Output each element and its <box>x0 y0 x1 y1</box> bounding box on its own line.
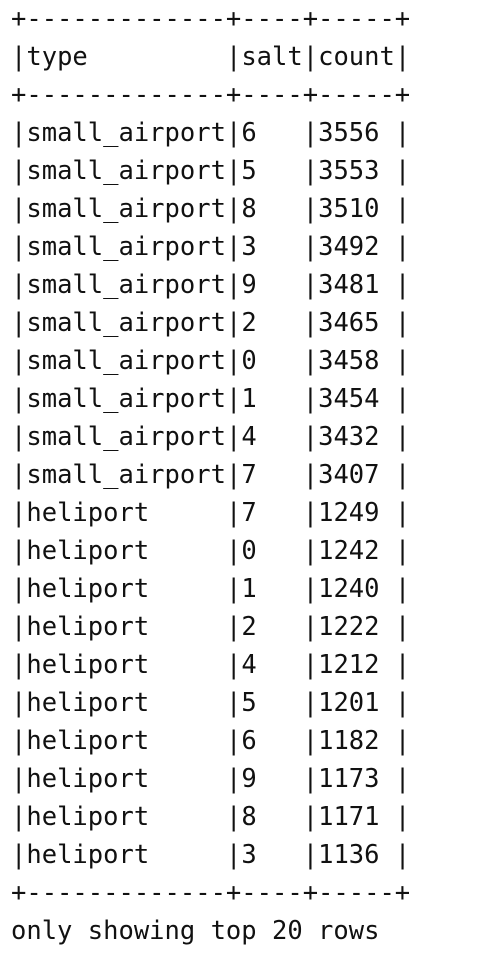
table-row: |heliport |1 |1240 | <box>11 574 411 604</box>
table-row: |heliport |9 |1173 | <box>11 764 411 794</box>
table-cell-count: 3407 <box>318 460 380 490</box>
table-cell-type: heliport <box>26 650 150 680</box>
table-cell-salt: 9 <box>241 270 257 300</box>
table-cell-count: 1201 <box>318 688 380 718</box>
table-cell-salt: 0 <box>241 346 257 376</box>
table-cell-count: 3492 <box>318 232 380 262</box>
table-row: |small_airport|5 |3553 | <box>11 156 411 186</box>
column-header-type: type <box>26 42 88 72</box>
table-cell-count: 1136 <box>318 840 380 870</box>
table-cell-salt: 8 <box>241 194 257 224</box>
table-cell-salt: 6 <box>241 726 257 756</box>
table-cell-count: 3454 <box>318 384 380 414</box>
table-row: |heliport |3 |1136 | <box>11 840 411 870</box>
table-cell-salt: 2 <box>241 612 257 642</box>
table-cell-count: 3510 <box>318 194 380 224</box>
table-cell-salt: 7 <box>241 498 257 528</box>
table-header-row: |type |salt|count| <box>11 42 411 72</box>
table-cell-type: small_airport <box>26 270 226 300</box>
table-cell-count: 1240 <box>318 574 380 604</box>
table-row: |heliport |6 |1182 | <box>11 726 411 756</box>
table-cell-type: small_airport <box>26 156 226 186</box>
table-border-top: +-------------+----+-----+ <box>11 4 411 34</box>
table-cell-count: 3458 <box>318 346 380 376</box>
table-row: |heliport |7 |1249 | <box>11 498 411 528</box>
table-cell-count: 3553 <box>318 156 380 186</box>
table-cell-type: heliport <box>26 726 150 756</box>
table-cell-salt: 5 <box>241 156 257 186</box>
table-cell-count: 1249 <box>318 498 380 528</box>
table-row: |heliport |2 |1222 | <box>11 612 411 642</box>
table-row: |small_airport|0 |3458 | <box>11 346 411 376</box>
table-cell-salt: 5 <box>241 688 257 718</box>
table-cell-count: 3465 <box>318 308 380 338</box>
table-cell-salt: 0 <box>241 536 257 566</box>
table-row: |small_airport|6 |3556 | <box>11 118 411 148</box>
table-cell-type: heliport <box>26 612 150 642</box>
table-cell-salt: 8 <box>241 802 257 832</box>
table-cell-type: heliport <box>26 802 150 832</box>
table-row: |heliport |4 |1212 | <box>11 650 411 680</box>
table-cell-type: small_airport <box>26 118 226 148</box>
table-cell-salt: 3 <box>241 840 257 870</box>
table-row: |small_airport|1 |3454 | <box>11 384 411 414</box>
row-limit-note: only showing top 20 rows <box>11 916 380 946</box>
table-cell-type: small_airport <box>26 194 226 224</box>
table-cell-salt: 4 <box>241 422 257 452</box>
table-cell-salt: 3 <box>241 232 257 262</box>
table-cell-type: small_airport <box>26 232 226 262</box>
table-cell-salt: 7 <box>241 460 257 490</box>
table-cell-salt: 9 <box>241 764 257 794</box>
table-border-bottom: +-------------+----+-----+ <box>11 878 411 908</box>
table-cell-count: 3432 <box>318 422 380 452</box>
table-cell-count: 1173 <box>318 764 380 794</box>
table-row: |heliport |5 |1201 | <box>11 688 411 718</box>
table-cell-type: small_airport <box>26 422 226 452</box>
table-row: |small_airport|8 |3510 | <box>11 194 411 224</box>
table-cell-salt: 1 <box>241 574 257 604</box>
table-cell-count: 3481 <box>318 270 380 300</box>
table-row: |small_airport|3 |3492 | <box>11 232 411 262</box>
table-cell-type: small_airport <box>26 346 226 376</box>
table-cell-count: 3556 <box>318 118 380 148</box>
table-cell-salt: 4 <box>241 650 257 680</box>
table-cell-count: 1212 <box>318 650 380 680</box>
table-cell-type: small_airport <box>26 460 226 490</box>
table-row: |small_airport|7 |3407 | <box>11 460 411 490</box>
table-row: |heliport |0 |1242 | <box>11 536 411 566</box>
table-cell-type: heliport <box>26 574 150 604</box>
table-cell-type: small_airport <box>26 308 226 338</box>
table-cell-type: small_airport <box>26 384 226 414</box>
table-body: |small_airport|6 |3556 | |small_airport|5… <box>11 114 481 874</box>
table-cell-count: 1222 <box>318 612 380 642</box>
table-cell-type: heliport <box>26 764 150 794</box>
table-cell-count: 1182 <box>318 726 380 756</box>
table-cell-salt: 2 <box>241 308 257 338</box>
table-cell-salt: 6 <box>241 118 257 148</box>
table-cell-count: 1171 <box>318 802 380 832</box>
table-row: |heliport |8 |1171 | <box>11 802 411 832</box>
table-cell-type: heliport <box>26 688 150 718</box>
table-row: |small_airport|4 |3432 | <box>11 422 411 452</box>
table-cell-count: 1242 <box>318 536 380 566</box>
table-row: |small_airport|9 |3481 | <box>11 270 411 300</box>
table-header-separator: +-------------+----+-----+ <box>11 80 411 110</box>
table-row: |small_airport|2 |3465 | <box>11 308 411 338</box>
column-header-salt: salt <box>241 42 303 72</box>
column-header-count: count <box>318 42 395 72</box>
table-cell-salt: 1 <box>241 384 257 414</box>
table-cell-type: heliport <box>26 840 150 870</box>
table-cell-type: heliport <box>26 536 150 566</box>
console-output: +-------------+----+-----+ |type |salt|co… <box>0 0 481 950</box>
table-cell-type: heliport <box>26 498 150 528</box>
